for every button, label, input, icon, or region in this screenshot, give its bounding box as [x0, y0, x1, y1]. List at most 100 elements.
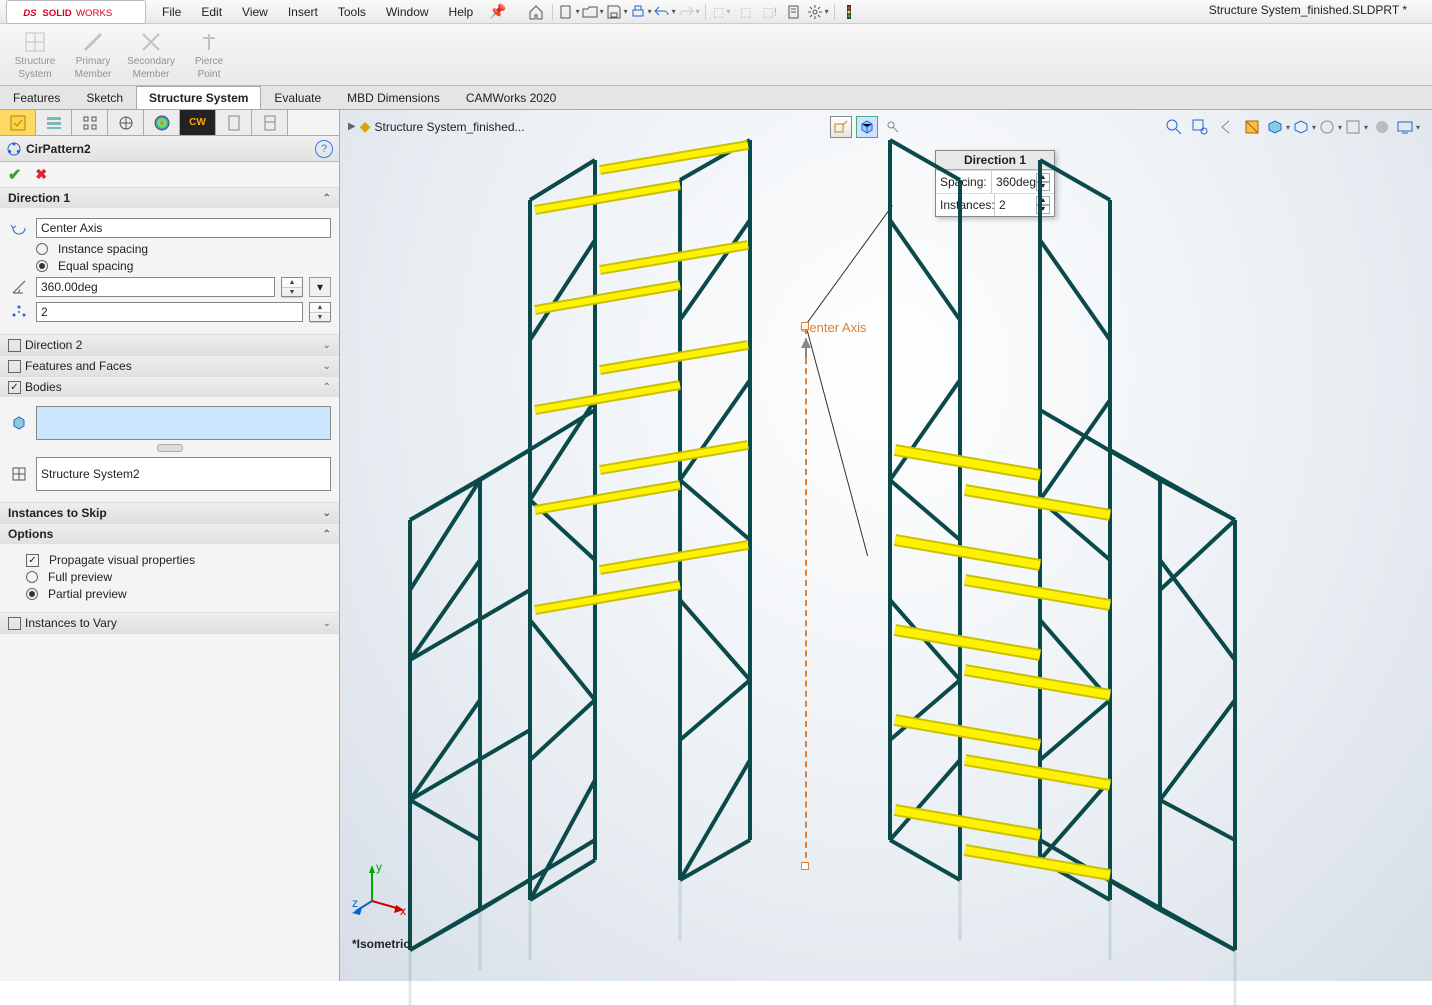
structure-system-field[interactable]: Structure System2 [36, 457, 331, 491]
ok-button[interactable]: ✔ [8, 165, 21, 185]
redo-icon[interactable]: ▾ [678, 1, 700, 23]
primary-member-button[interactable]: PrimaryMember [64, 26, 122, 84]
heads-up-toolbar: ▾ ▾ ▾ ▾ ▾ [1162, 116, 1420, 138]
chevron-up-icon: ⌃ [323, 193, 331, 204]
axis-field[interactable]: Center Axis [36, 218, 331, 238]
vary-checkbox[interactable] [8, 617, 21, 630]
tab-mbd-dimensions[interactable]: MBD Dimensions [334, 86, 453, 109]
menu-bar: File Edit View Insert Tools Window Help … [152, 0, 507, 24]
fm-tab-extra2[interactable] [252, 110, 288, 135]
angle-dropdown[interactable]: ▾ [309, 277, 331, 297]
part-icon: ◆ [360, 118, 371, 135]
tab-features[interactable]: Features [0, 86, 73, 109]
resize-grip[interactable] [157, 444, 183, 452]
fm-tab-cw[interactable]: CW [180, 110, 216, 135]
tab-structure-system[interactable]: Structure System [136, 86, 261, 109]
full-preview-radio[interactable] [26, 571, 38, 583]
traffic-light-icon[interactable] [840, 1, 862, 23]
angle-spinner[interactable]: ▲▼ [281, 277, 303, 297]
render-icon[interactable] [1370, 116, 1394, 138]
screen-icon[interactable]: ▾ [1396, 116, 1420, 138]
cancel-button[interactable]: ✖ [35, 166, 47, 183]
menu-view[interactable]: View [232, 0, 278, 24]
view-key-icon[interactable] [882, 116, 904, 138]
new-icon[interactable]: ▾ [558, 1, 580, 23]
tab-camworks[interactable]: CAMWorks 2020 [453, 86, 569, 109]
structure-rack-left[interactable] [380, 140, 810, 973]
structure-rack-right[interactable] [840, 140, 1270, 973]
select-icon[interactable]: ⬚▾ [711, 1, 733, 23]
previous-view-icon[interactable] [1214, 116, 1238, 138]
direction1-header[interactable]: Direction 1⌃ [0, 188, 339, 208]
view-cube-icon[interactable] [856, 116, 878, 138]
vary-header[interactable]: Instances to Vary⌄ [0, 613, 339, 633]
partial-preview-radio[interactable] [26, 588, 38, 600]
options-file-icon[interactable] [783, 1, 805, 23]
instance-spacing-radio[interactable] [36, 243, 48, 255]
angle-input[interactable]: 360.00deg [36, 277, 275, 297]
separator [552, 4, 553, 20]
bodies-header[interactable]: ✓Bodies⌃ [0, 377, 339, 397]
scene-icon[interactable]: ▾ [1344, 116, 1368, 138]
pierce-point-button[interactable]: PiercePoint [180, 26, 238, 84]
menu-help[interactable]: Help [439, 0, 484, 24]
menu-insert[interactable]: Insert [278, 0, 328, 24]
propagate-checkbox[interactable]: ✓ [26, 554, 39, 567]
circular-pattern-icon [6, 141, 22, 157]
options-header[interactable]: Options⌃ [0, 524, 339, 544]
menu-window[interactable]: Window [376, 0, 439, 24]
rebuild-icon[interactable]: ⬚ [735, 1, 757, 23]
bodies-checkbox[interactable]: ✓ [8, 381, 21, 394]
zoom-area-icon[interactable] [830, 116, 852, 138]
undo-icon[interactable]: ▾ [654, 1, 676, 23]
fm-tab-property[interactable] [36, 110, 72, 135]
direction2-checkbox[interactable] [8, 339, 21, 352]
features-faces-checkbox[interactable] [8, 360, 21, 373]
help-icon[interactable]: ? [315, 140, 333, 158]
instances-spinner[interactable]: ▲▼ [309, 302, 331, 322]
skip-header[interactable]: Instances to Skip⌄ [0, 503, 339, 523]
orientation-triad[interactable]: y x z [352, 861, 408, 917]
instances-input[interactable]: 2 [36, 302, 303, 322]
fm-tab-configuration[interactable] [72, 110, 108, 135]
pin-icon[interactable]: 📌 [489, 3, 506, 20]
secondary-member-button[interactable]: SecondaryMember [122, 26, 180, 84]
menu-file[interactable]: File [152, 0, 191, 24]
settings-gear-icon[interactable]: ▾ [807, 1, 829, 23]
home-icon[interactable] [525, 1, 547, 23]
fm-tab-extra1[interactable] [216, 110, 252, 135]
save-icon[interactable]: ▾ [606, 1, 628, 23]
section-view-icon[interactable] [1240, 116, 1264, 138]
features-faces-header[interactable]: Features and Faces⌄ [0, 356, 339, 376]
svg-text:z: z [352, 896, 358, 910]
display-style-icon[interactable]: ▾ [1266, 116, 1290, 138]
hide-show-icon[interactable]: ▾ [1292, 116, 1316, 138]
section-direction2: Direction 2⌄ [0, 335, 339, 356]
zoom-window-icon[interactable] [1188, 116, 1212, 138]
print-icon[interactable]: ▾ [630, 1, 652, 23]
structure-system-button[interactable]: StructureSystem [6, 26, 64, 84]
fm-tab-feature-tree[interactable] [0, 110, 36, 135]
equal-spacing-radio[interactable] [36, 260, 48, 272]
bodies-selection-field[interactable] [36, 406, 331, 440]
breadcrumb-expand-icon[interactable]: ▶ [348, 121, 356, 132]
breadcrumb[interactable]: ▶ ◆ Structure System_finished... [348, 118, 525, 135]
menu-tools[interactable]: Tools [328, 0, 376, 24]
menu-edit[interactable]: Edit [191, 0, 232, 24]
svg-text:x: x [400, 904, 406, 917]
graphics-viewport[interactable]: ▶ ◆ Structure System_finished... ▾ ▾ ▾ ▾… [340, 110, 1432, 981]
property-manager-panel: CW CirPattern2 ? ✔ ✖ Direction 1⌃ Center… [0, 110, 340, 981]
property-scroll[interactable]: Direction 1⌃ Center Axis Instance spacin… [0, 188, 339, 981]
svg-text:SOLID: SOLID [42, 8, 71, 19]
svg-text:WORKS: WORKS [76, 8, 112, 19]
zoom-fit-icon[interactable] [1162, 116, 1186, 138]
fm-tab-display[interactable] [144, 110, 180, 135]
reverse-direction-icon[interactable] [8, 217, 30, 239]
fm-tab-dimxpert[interactable] [108, 110, 144, 135]
tab-sketch[interactable]: Sketch [73, 86, 136, 109]
open-icon[interactable]: ▾ [582, 1, 604, 23]
tab-evaluate[interactable]: Evaluate [261, 86, 334, 109]
rebuild-all-icon[interactable]: ⬚! [759, 1, 781, 23]
appearance-icon[interactable]: ▾ [1318, 116, 1342, 138]
direction2-header[interactable]: Direction 2⌄ [0, 335, 339, 355]
